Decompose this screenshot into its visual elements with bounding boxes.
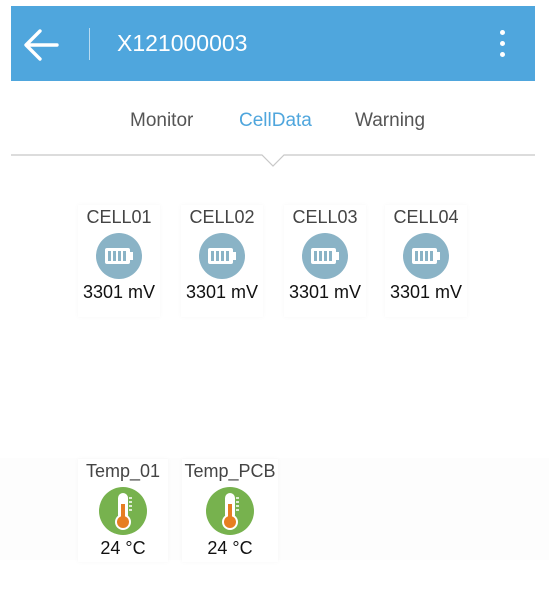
temp-value: 24 °C xyxy=(100,538,146,558)
cell-tile-01[interactable]: CELL01 3301 mV xyxy=(78,205,160,317)
overflow-menu-button[interactable] xyxy=(495,28,509,60)
cell-voltage: 3301 mV xyxy=(82,282,156,302)
arrow-left-icon xyxy=(24,29,59,61)
cell-label: CELL01 xyxy=(86,207,152,227)
temp-value: 24 °C xyxy=(207,538,253,558)
app-bar: X121000003 xyxy=(11,6,535,81)
thermometer-icon xyxy=(206,487,254,535)
page-title: X121000003 xyxy=(117,30,248,56)
tab-bar: Monitor CellData Warning xyxy=(0,98,549,167)
cell-label: CELL03 xyxy=(292,207,358,227)
battery-icon xyxy=(302,233,348,279)
battery-icon xyxy=(199,233,245,279)
tab-monitor[interactable]: Monitor xyxy=(130,110,193,132)
temp-tile-01[interactable]: Temp_01 24 °C xyxy=(78,459,168,562)
cell-tile-02[interactable]: CELL02 3301 mV xyxy=(181,205,263,317)
tab-warning[interactable]: Warning xyxy=(355,110,425,132)
cell-tile-04[interactable]: CELL04 3301 mV xyxy=(385,205,467,317)
app-bar-divider xyxy=(89,28,90,60)
more-vertical-icon xyxy=(500,30,505,35)
tab-indicator-line xyxy=(11,154,535,167)
temp-label: Temp_PCB xyxy=(184,461,276,481)
cell-voltage: 3301 mV xyxy=(185,282,259,302)
thermometer-icon xyxy=(99,487,147,535)
cell-voltage: 3301 mV xyxy=(288,282,362,302)
temp-label: Temp_01 xyxy=(85,461,161,481)
cell-label: CELL02 xyxy=(189,207,255,227)
cell-voltage: 3301 mV xyxy=(389,282,463,302)
battery-icon xyxy=(96,233,142,279)
tab-celldata[interactable]: CellData xyxy=(239,110,312,132)
cell-label: CELL04 xyxy=(393,207,459,227)
battery-icon xyxy=(403,233,449,279)
cell-tile-03[interactable]: CELL03 3301 mV xyxy=(284,205,366,317)
temp-tile-pcb[interactable]: Temp_PCB 24 °C xyxy=(182,459,278,562)
back-button[interactable] xyxy=(21,25,61,65)
